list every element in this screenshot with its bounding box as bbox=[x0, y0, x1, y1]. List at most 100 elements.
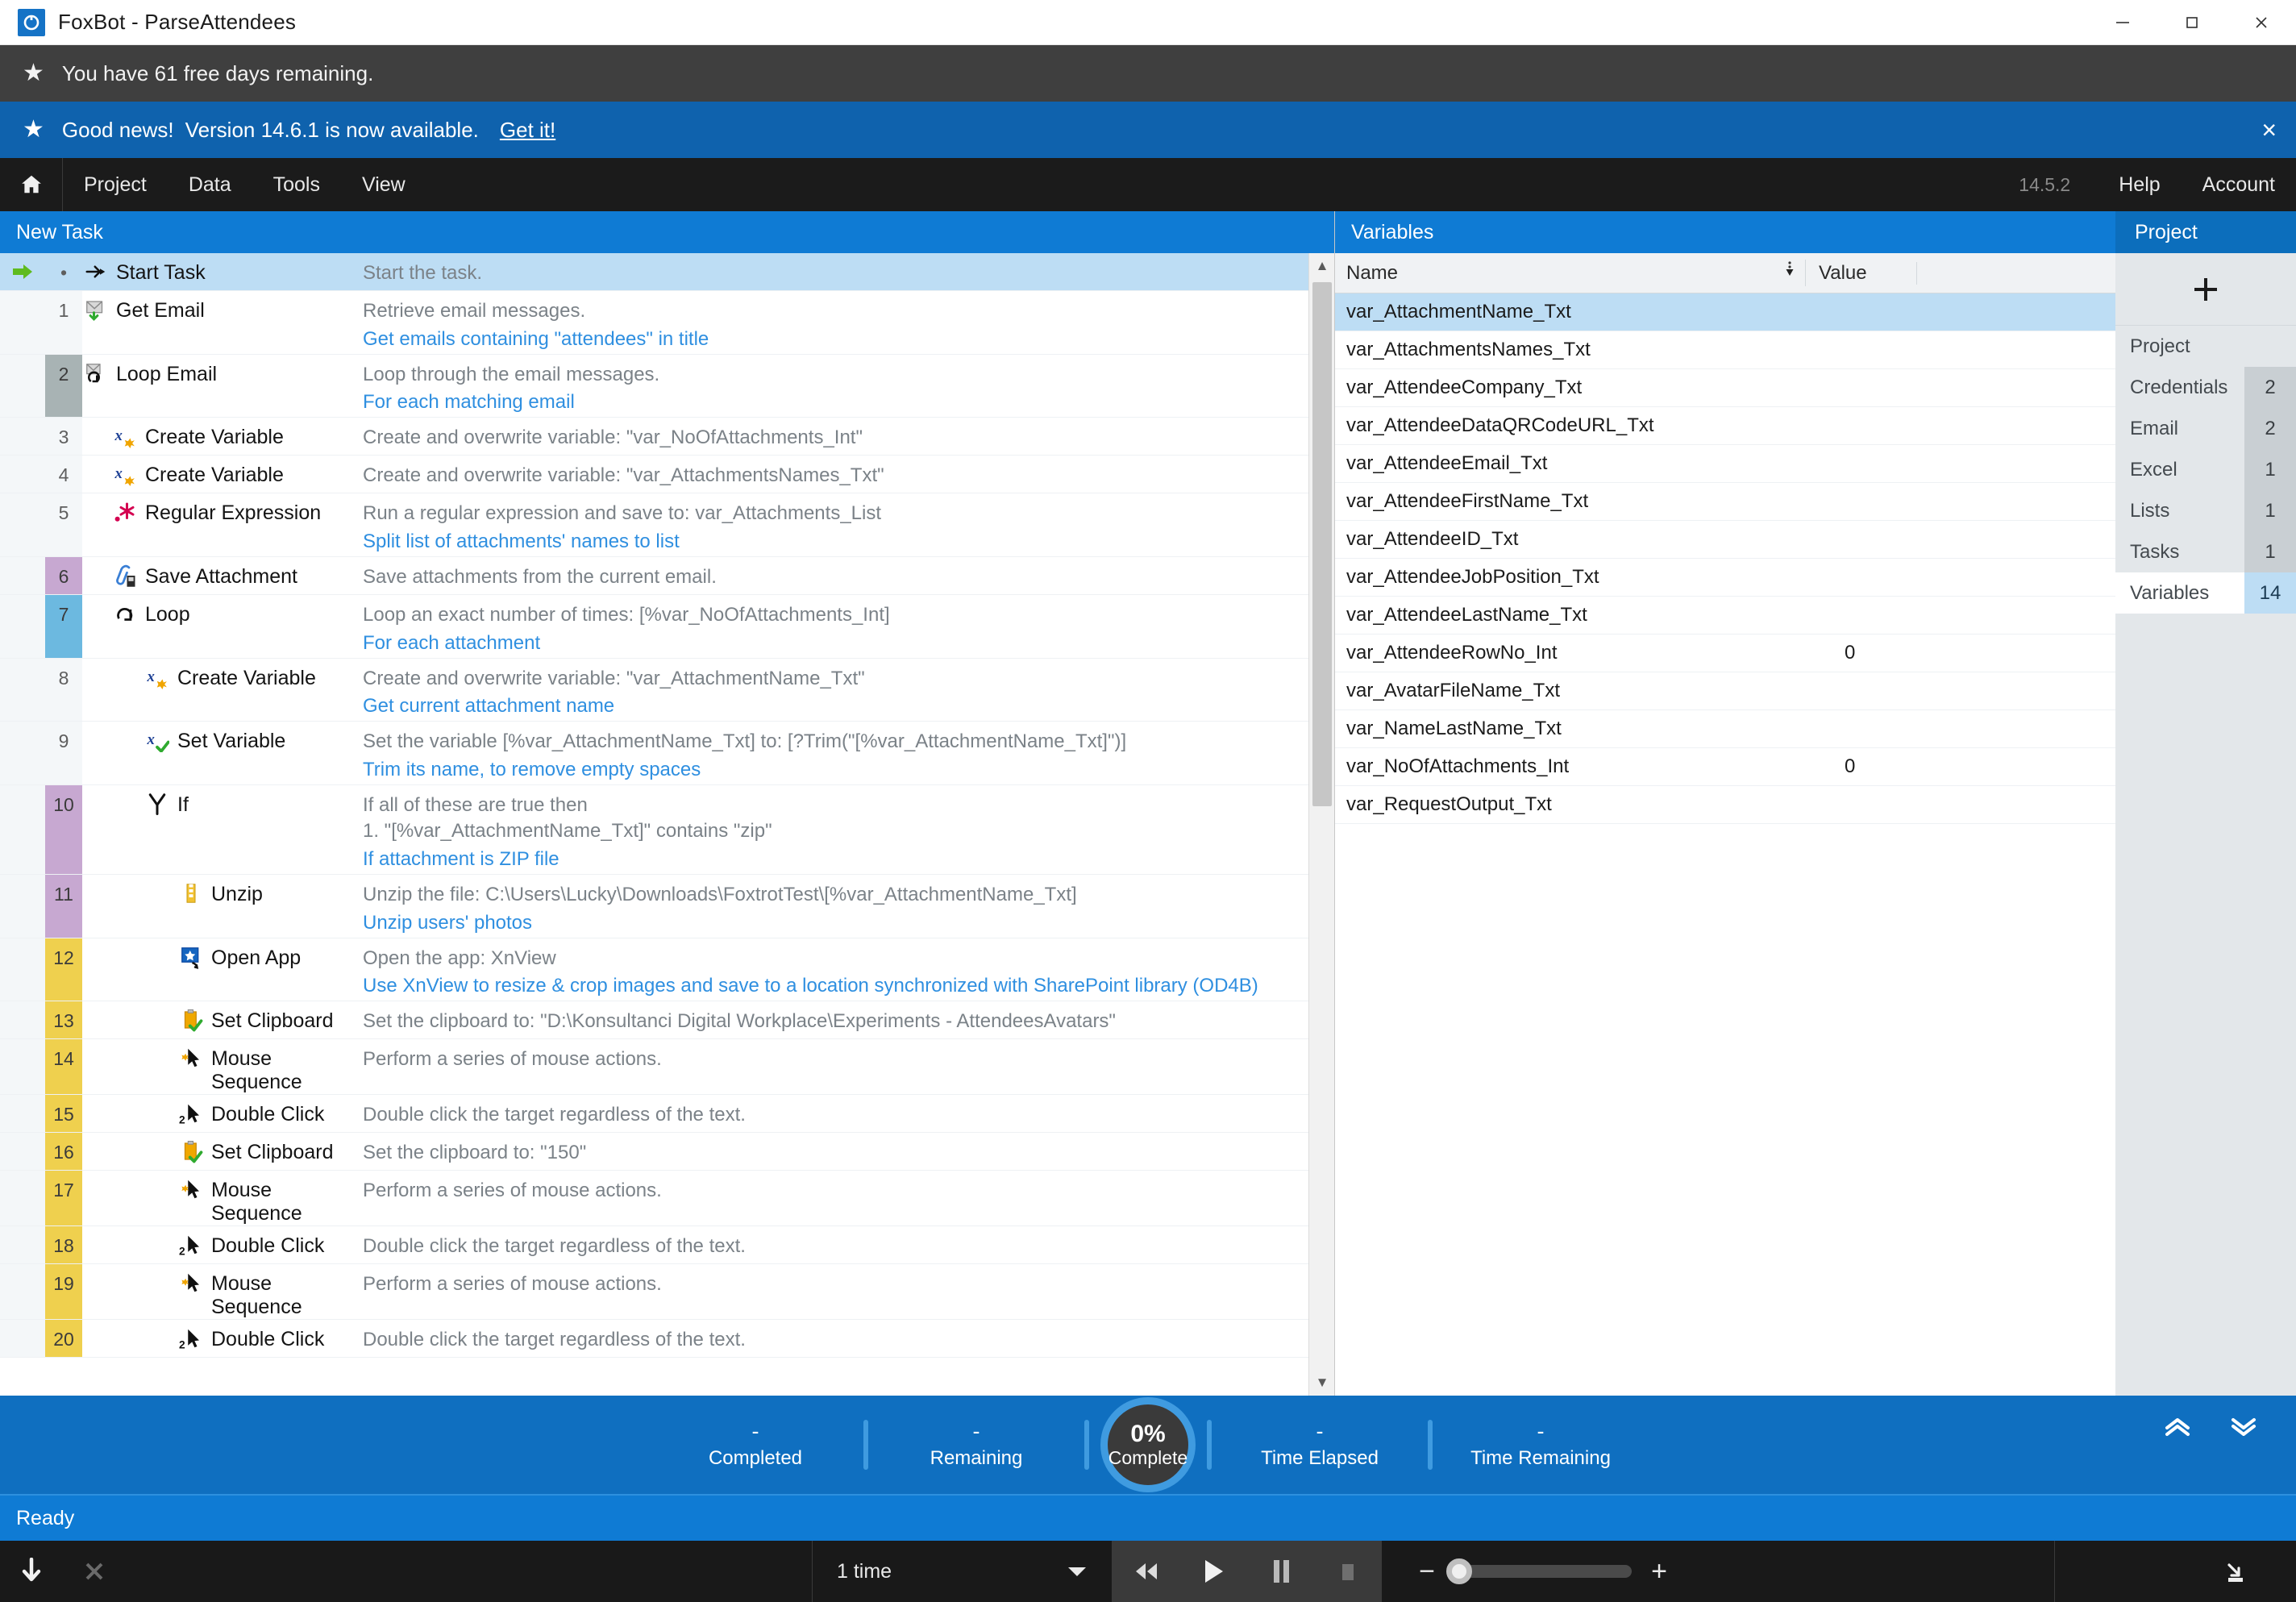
project-item-variables[interactable]: Variables 14 bbox=[2115, 572, 2296, 614]
close-x-icon[interactable] bbox=[63, 1541, 126, 1602]
task-row[interactable]: 19 Mouse Sequence Perform a series of mous… bbox=[0, 1264, 1308, 1321]
project-item-tasks[interactable]: Tasks 1 bbox=[2115, 531, 2296, 572]
variable-row[interactable]: var_AttendeeLastName_Txt bbox=[1335, 597, 2115, 635]
zoom-in-button[interactable]: + bbox=[1643, 1556, 1675, 1587]
menu-item-tools[interactable]: Tools bbox=[252, 158, 341, 211]
task-row[interactable]: 11 Unzip Unzip the file: C:\Users\Lucky\Do… bbox=[0, 875, 1308, 938]
task-row-note[interactable]: Split list of attachments' names to list bbox=[363, 527, 1296, 556]
task-row[interactable]: 1 Get Email Retrieve email messages. Get em… bbox=[0, 291, 1308, 355]
task-row-number: 15 bbox=[45, 1095, 82, 1133]
task-row[interactable]: 13 Set Clipboard Set the clipboard to: "D:… bbox=[0, 1001, 1308, 1040]
chevron-down-icon[interactable] bbox=[1067, 1560, 1088, 1583]
variable-row[interactable]: var_AttachmentName_Txt bbox=[1335, 293, 2115, 331]
project-item-email[interactable]: Email 2 bbox=[2115, 408, 2296, 449]
menu-item-data[interactable]: Data bbox=[168, 158, 252, 211]
scrollbar-thumb[interactable] bbox=[1312, 282, 1332, 806]
task-row-note[interactable]: For each attachment bbox=[363, 629, 1296, 658]
menu-item-view[interactable]: View bbox=[341, 158, 426, 211]
get-email-icon bbox=[82, 298, 110, 322]
variable-row[interactable]: var_AttendeeDataQRCodeURL_Txt bbox=[1335, 407, 2115, 445]
variables-table-body[interactable]: var_AttachmentName_Txt var_AttachmentsNam… bbox=[1335, 293, 2115, 1396]
task-row-note[interactable]: Trim its name, to remove empty spaces bbox=[363, 755, 1296, 784]
task-row[interactable]: 15 2 Double Click Double click the target r… bbox=[0, 1095, 1308, 1134]
task-row[interactable]: 3 x Create Variable Create and overwrite va… bbox=[0, 418, 1308, 456]
close-button[interactable] bbox=[2227, 0, 2296, 44]
zoom-knob[interactable] bbox=[1446, 1558, 1472, 1584]
task-row[interactable]: 14 Mouse Sequence Perform a series of mous… bbox=[0, 1039, 1308, 1096]
variable-row[interactable]: var_AttendeeEmail_Txt bbox=[1335, 445, 2115, 483]
chevron-double-up-icon[interactable] bbox=[2164, 1417, 2191, 1444]
pause-icon[interactable] bbox=[1252, 1541, 1310, 1602]
task-row-note[interactable]: For each matching email bbox=[363, 388, 1296, 417]
column-header-name[interactable]: Name bbox=[1335, 260, 1806, 286]
menu-bar: Project Data Tools View 14.5.2 Help Acco… bbox=[0, 158, 2296, 211]
variable-row[interactable]: var_AttachmentsNames_Txt bbox=[1335, 331, 2115, 369]
arrow-down-icon[interactable] bbox=[0, 1541, 63, 1602]
task-row[interactable]: 8 x Create Variable Create and overwrite va… bbox=[0, 658, 1308, 722]
project-item-label: Project bbox=[2130, 335, 2190, 357]
variable-row[interactable]: var_AttendeeFirstName_Txt bbox=[1335, 483, 2115, 521]
variable-row[interactable]: var_AttendeeJobPosition_Txt bbox=[1335, 559, 2115, 597]
chevron-double-down-icon[interactable] bbox=[2230, 1417, 2257, 1444]
menu-item-account[interactable]: Account bbox=[2182, 158, 2296, 211]
task-row[interactable]: 20 2 Double Click Double click the target r… bbox=[0, 1320, 1308, 1359]
minimize-button[interactable] bbox=[2088, 0, 2157, 44]
variable-row[interactable]: var_AttendeeRowNo_Int 0 bbox=[1335, 635, 2115, 672]
task-row-note[interactable]: Unzip users' photos bbox=[363, 909, 1296, 938]
menu-item-project[interactable]: Project bbox=[63, 158, 168, 211]
variable-row[interactable]: var_NoOfAttachments_Int 0 bbox=[1335, 748, 2115, 786]
project-item-project[interactable]: Project bbox=[2115, 326, 2296, 367]
task-row-name-cell: Mouse Sequence bbox=[82, 1039, 363, 1094]
task-row[interactable]: 17 Mouse Sequence Perform a series of mous… bbox=[0, 1171, 1308, 1227]
task-row[interactable]: 10 If If all of these are true then 1. "[%v… bbox=[0, 784, 1308, 875]
zoom-slider[interactable]: − + bbox=[1382, 1541, 2054, 1602]
task-row[interactable]: 9 x Set Variable Set the variable [%var_Att… bbox=[0, 722, 1308, 785]
project-item-list[interactable]: Project Credentials 2 Email 2 Excel 1 Lists 1 Tas… bbox=[2115, 326, 2296, 1396]
zoom-track[interactable] bbox=[1446, 1558, 1632, 1584]
svg-text:2: 2 bbox=[179, 1339, 185, 1351]
maximize-button[interactable] bbox=[2157, 0, 2227, 44]
sort-icon[interactable] bbox=[1784, 260, 1795, 286]
scroll-down-icon[interactable]: ▼ bbox=[1309, 1370, 1334, 1396]
task-row[interactable]: 4 x Create Variable Create and overwrite va… bbox=[0, 456, 1308, 494]
task-row-note[interactable]: Use XnView to resize & crop images and s… bbox=[363, 972, 1296, 1001]
project-item-lists[interactable]: Lists 1 bbox=[2115, 490, 2296, 531]
task-row[interactable]: 2 Loop Email Loop through the email messag… bbox=[0, 354, 1308, 418]
task-gutter bbox=[0, 1264, 45, 1320]
zoom-out-button[interactable]: − bbox=[1411, 1556, 1443, 1587]
bottom-toolbar-left bbox=[0, 1541, 813, 1602]
task-row[interactable]: 5 Regular Expression Run a regular express… bbox=[0, 493, 1308, 557]
variable-row[interactable]: var_NameLastName_Txt bbox=[1335, 710, 2115, 748]
arrow-into-tray-icon[interactable] bbox=[2202, 1541, 2265, 1602]
task-row[interactable]: 7 Loop Loop an exact number of times: [%va… bbox=[0, 594, 1308, 659]
column-header-value[interactable]: Value bbox=[1806, 261, 1917, 285]
close-icon[interactable]: × bbox=[2261, 117, 2277, 143]
repeat-count-select[interactable]: 1 time bbox=[813, 1541, 1113, 1602]
task-row[interactable]: 18 2 Double Click Double click the target r… bbox=[0, 1226, 1308, 1265]
variable-row[interactable]: var_RequestOutput_Txt bbox=[1335, 786, 2115, 824]
task-row[interactable]: 12 Open App Open the app: XnView Use XnView… bbox=[0, 938, 1308, 1002]
task-list-scrollbar[interactable]: ▲ ▼ bbox=[1308, 253, 1334, 1396]
task-row-note[interactable]: Get emails containing "attendees" in tit… bbox=[363, 325, 1296, 354]
scroll-up-icon[interactable]: ▲ bbox=[1309, 253, 1334, 279]
stop-icon[interactable] bbox=[1319, 1541, 1377, 1602]
project-item-credentials[interactable]: Credentials 2 bbox=[2115, 367, 2296, 408]
rewind-icon[interactable] bbox=[1117, 1541, 1175, 1602]
task-row[interactable]: 16 Set Clipboard Set the clipboard to: "15… bbox=[0, 1133, 1308, 1171]
task-row-name-cell: Mouse Sequence bbox=[82, 1171, 363, 1225]
stat-time-remaining: - Time Remaining bbox=[1433, 1420, 1649, 1470]
task-row[interactable]: • Start Task Start the task. bbox=[0, 253, 1308, 291]
get-it-link[interactable]: Get it! bbox=[500, 118, 555, 143]
task-row-note[interactable]: If attachment is ZIP file bbox=[363, 845, 1296, 874]
project-item-excel[interactable]: Excel 1 bbox=[2115, 449, 2296, 490]
task-list[interactable]: • Start Task Start the task. 1 Get Email Retr… bbox=[0, 253, 1308, 1396]
variable-row[interactable]: var_AttendeeID_Txt bbox=[1335, 521, 2115, 559]
menu-item-help[interactable]: Help bbox=[2098, 158, 2181, 211]
variable-row[interactable]: var_AvatarFileName_Txt bbox=[1335, 672, 2115, 710]
add-item-button[interactable] bbox=[2115, 253, 2296, 326]
play-icon[interactable] bbox=[1184, 1541, 1242, 1602]
task-row-note[interactable]: Get current attachment name bbox=[363, 692, 1296, 721]
variable-row[interactable]: var_AttendeeCompany_Txt bbox=[1335, 369, 2115, 407]
task-row[interactable]: 6 Save Attachment Save attachments from th… bbox=[0, 556, 1308, 595]
home-icon[interactable] bbox=[0, 158, 63, 211]
